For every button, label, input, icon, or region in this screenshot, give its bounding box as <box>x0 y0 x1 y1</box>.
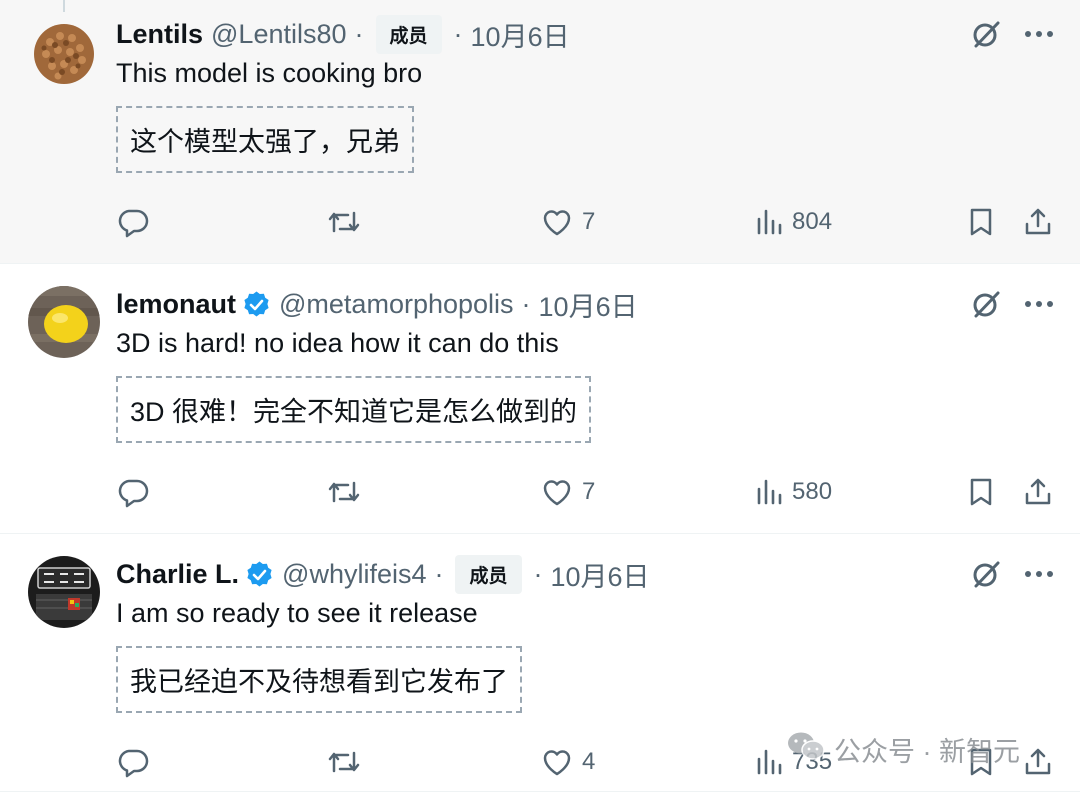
action-bar: 7 580 <box>116 470 1056 514</box>
tweet-top-icons <box>970 288 1054 320</box>
bookmark-icon <box>970 478 992 506</box>
tweet-header: Charlie L. @whylifeis4 · 成员 · 10月6日 <box>116 554 650 594</box>
tweet-top-icons <box>970 18 1054 50</box>
tweet-text: I am so ready to see it release <box>116 598 478 628</box>
action-bar: 7 804 <box>116 200 1056 244</box>
like-count: 7 <box>582 478 596 505</box>
retweet-button[interactable] <box>326 740 362 784</box>
more-icon[interactable] <box>1024 299 1054 309</box>
wechat-icon <box>786 730 826 769</box>
like-icon <box>543 210 571 236</box>
watermark: 公众号 · 新智元 <box>786 730 1020 769</box>
retweet-button[interactable] <box>326 200 362 244</box>
member-badge[interactable]: 成员 <box>375 14 442 54</box>
lentils-avatar-icon <box>28 16 100 88</box>
lemon-avatar-icon <box>28 286 100 358</box>
handle[interactable]: @metamorphopolis <box>279 289 514 320</box>
display-name[interactable]: lemonaut <box>116 289 236 320</box>
tweet-header: Lentils @Lentils80 · 成员 · 10月6日 <box>116 14 570 54</box>
reply-button[interactable] <box>116 740 150 784</box>
bookmark-button[interactable] <box>966 470 996 514</box>
share-icon <box>1025 478 1051 505</box>
avatar[interactable] <box>28 556 100 628</box>
like-button[interactable]: 4 <box>540 740 595 784</box>
avatar[interactable] <box>28 16 100 88</box>
tweet-text: 3D is hard! no idea how it can do this <box>116 328 559 358</box>
member-badge[interactable]: 成员 <box>455 554 522 594</box>
translation-box: 这个模型太强了，兄弟 <box>116 106 414 173</box>
bookmark-icon <box>970 208 992 236</box>
timestamp[interactable]: 10月6日 <box>551 555 650 594</box>
tweet[interactable]: Lentils @Lentils80 · 成员 · 10月6日 This mod… <box>0 0 1080 264</box>
separator: · <box>354 18 364 49</box>
retweet-icon <box>328 751 360 773</box>
more-icon[interactable] <box>1024 569 1054 579</box>
zippin-pippin-avatar-icon <box>28 556 100 628</box>
grok-icon[interactable] <box>970 288 1002 320</box>
more-icon[interactable] <box>1024 29 1054 39</box>
retweet-button[interactable] <box>326 470 362 514</box>
views-button[interactable]: 804 <box>754 200 832 244</box>
view-count: 580 <box>792 478 833 505</box>
views-icon <box>757 209 782 235</box>
translation-box: 3D 很难！完全不知道它是怎么做到的 <box>116 376 592 443</box>
like-count: 4 <box>582 748 596 775</box>
grok-icon[interactable] <box>970 558 1002 590</box>
share-icon <box>1025 748 1051 775</box>
share-button[interactable] <box>1022 200 1054 244</box>
reply-button[interactable] <box>116 200 150 244</box>
handle[interactable]: @whylifeis4 <box>282 559 426 590</box>
share-button[interactable] <box>1022 740 1054 784</box>
timestamp[interactable]: 10月6日 <box>471 15 570 54</box>
separator: · <box>521 288 531 319</box>
retweet-icon <box>328 211 360 233</box>
share-button[interactable] <box>1022 470 1054 514</box>
like-icon <box>543 750 571 776</box>
separator: · <box>453 18 463 49</box>
like-button[interactable]: 7 <box>540 200 595 244</box>
like-button[interactable]: 7 <box>540 470 595 514</box>
share-icon <box>1025 208 1051 235</box>
tweet-top-icons <box>970 558 1054 590</box>
verified-badge-icon <box>245 560 274 589</box>
avatar[interactable] <box>28 286 100 358</box>
like-count: 7 <box>582 208 596 235</box>
tweet[interactable]: lemonaut @metamorphopolis · 10月6日 3D is … <box>0 264 1080 534</box>
reply-button[interactable] <box>116 470 150 514</box>
grok-icon[interactable] <box>970 18 1002 50</box>
tweet-text: This model is cooking bro <box>116 58 423 88</box>
timestamp[interactable]: 10月6日 <box>539 285 638 324</box>
reply-icon <box>118 209 149 238</box>
thread-line <box>63 0 65 12</box>
bookmark-button[interactable] <box>966 200 996 244</box>
view-count: 804 <box>792 208 833 235</box>
translation-box: 我已经迫不及待想看到它发布了 <box>116 646 522 713</box>
retweet-icon <box>328 481 360 503</box>
reply-icon <box>118 749 149 778</box>
verified-badge-icon <box>242 290 271 319</box>
display-name[interactable]: Charlie L. <box>116 559 239 590</box>
like-icon <box>543 480 571 506</box>
views-icon <box>757 479 782 505</box>
reply-icon <box>118 479 149 508</box>
views-icon <box>757 749 782 775</box>
views-button[interactable]: 580 <box>754 470 832 514</box>
tweet-header: lemonaut @metamorphopolis · 10月6日 <box>116 286 638 322</box>
handle[interactable]: @Lentils80 <box>211 19 347 50</box>
display-name[interactable]: Lentils <box>116 19 203 50</box>
separator: · <box>533 558 543 589</box>
watermark-text: 公众号 · 新智元 <box>834 737 1020 767</box>
separator: · <box>434 558 444 589</box>
